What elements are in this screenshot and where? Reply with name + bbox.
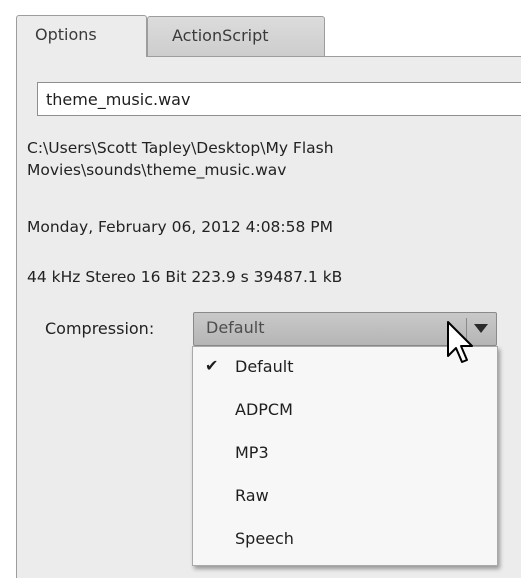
menu-item-adpcm[interactable]: ADPCM [193,390,497,430]
menu-item-label: Default [235,357,294,376]
menu-item-raw[interactable]: Raw [193,476,497,516]
menu-item-label: ADPCM [235,400,293,419]
menu-item-mp3[interactable]: MP3 [193,433,497,473]
sound-name-input[interactable] [37,82,521,116]
file-format-text: 44 kHz Stereo 16 Bit 223.9 s 39487.1 kB [27,268,343,286]
menu-item-speech[interactable]: Speech [193,519,497,559]
tab-bar: Options ActionScript [0,0,521,57]
compression-selected-value: Default [206,318,265,337]
mouse-pointer-icon [447,321,473,363]
file-date-text: Monday, February 06, 2012 4:08:58 PM [27,218,334,236]
menu-item-label: Speech [235,529,294,548]
menu-item-label: MP3 [235,443,269,462]
chevron-down-icon[interactable] [474,324,488,333]
menu-item-label: Raw [235,486,269,505]
sound-properties-panel: Options ActionScript C:\Users\Scott Tapl… [0,0,521,578]
checkmark-icon: ✔ [205,356,219,375]
tab-options[interactable]: Options [16,15,147,57]
file-path-text: C:\Users\Scott Tapley\Desktop\My Flash M… [27,139,334,179]
compression-dropdown-menu: ✔ Default ADPCM MP3 Raw Speech [192,346,498,566]
compression-label: Compression: [45,319,155,338]
tab-actionscript[interactable]: ActionScript [147,16,325,56]
